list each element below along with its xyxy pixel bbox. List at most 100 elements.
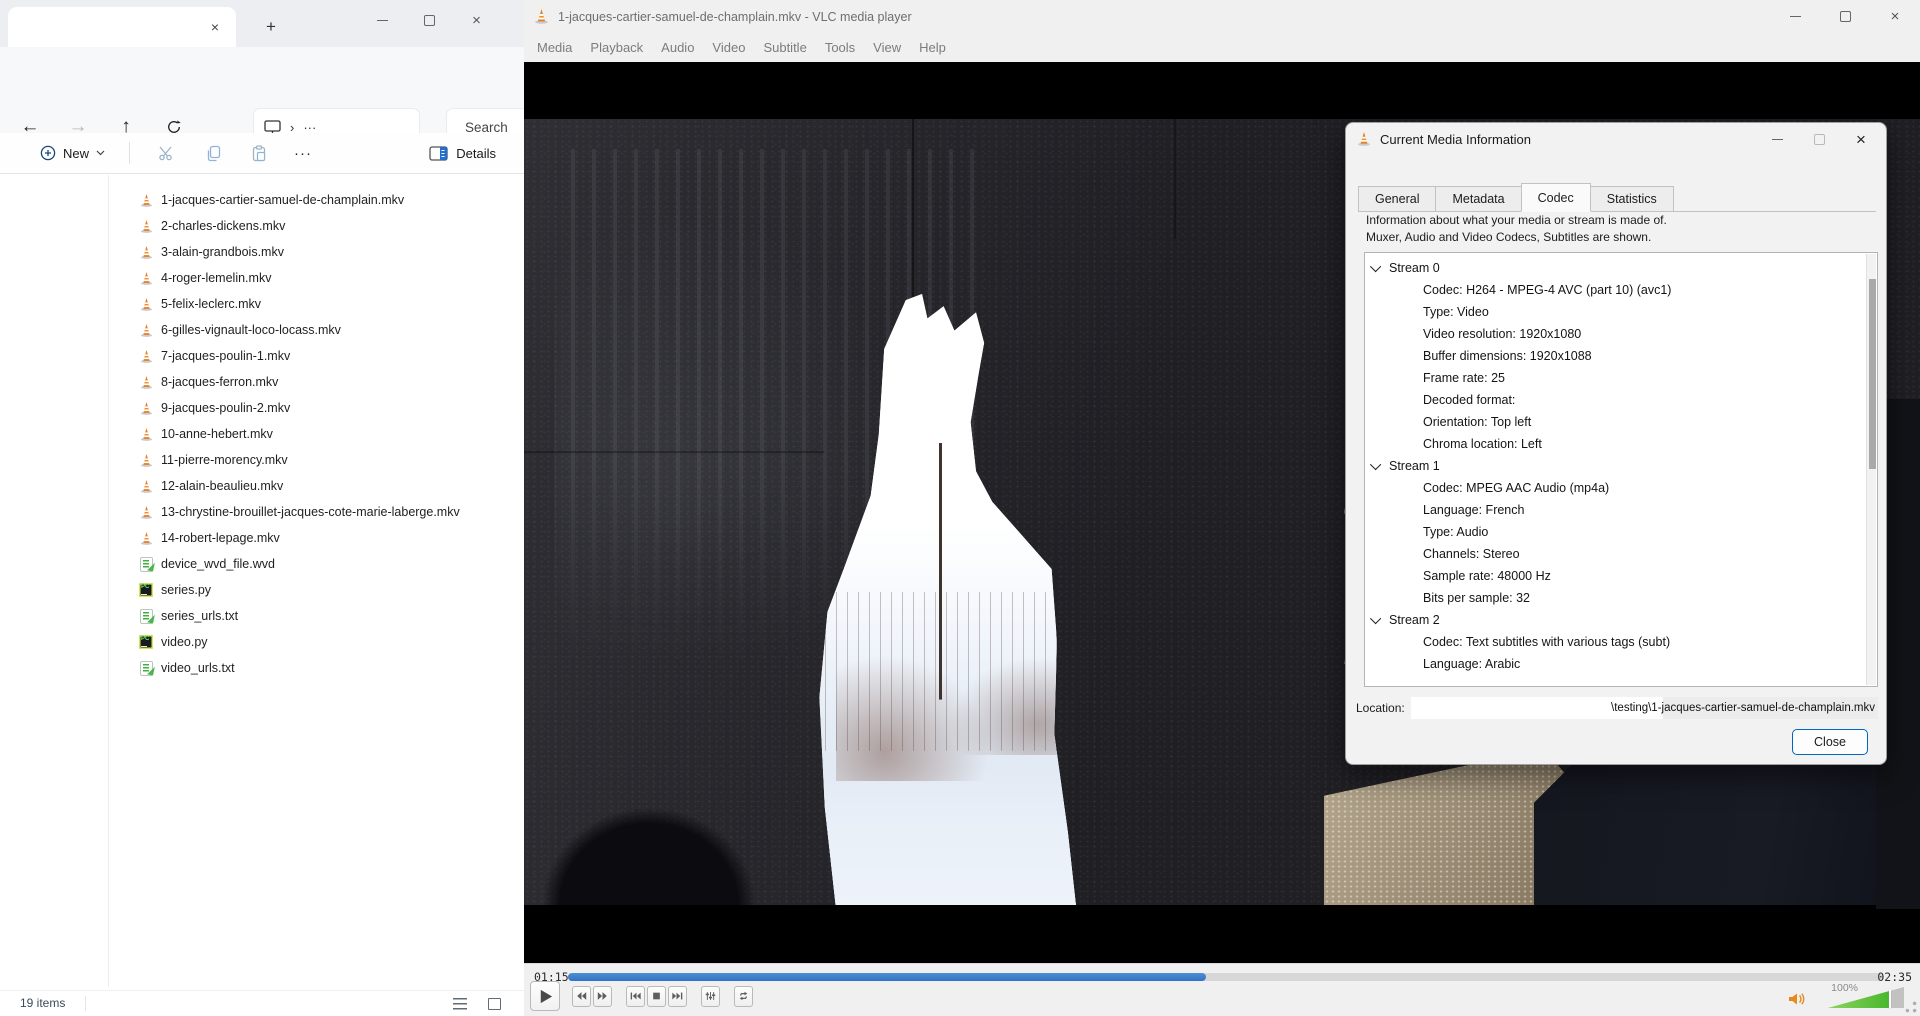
- file-name: 13-chrystine-brouillet-jacques-cote-mari…: [161, 505, 460, 519]
- stream-property[interactable]: Video resolution: 1920x1080: [1365, 323, 1865, 345]
- menu-view[interactable]: View: [864, 40, 910, 55]
- stream-property[interactable]: Frame rate: 25: [1365, 367, 1865, 389]
- file-row[interactable]: 10-anne-hebert.mkv: [138, 421, 524, 447]
- stream-property[interactable]: Buffer dimensions: 1920x1088: [1365, 345, 1865, 367]
- stream-node[interactable]: Stream 2: [1365, 609, 1865, 631]
- file-row[interactable]: 8-jacques-ferron.mkv: [138, 369, 524, 395]
- chevron-down-icon[interactable]: [1369, 612, 1382, 625]
- pycharm-file-icon: [138, 634, 154, 650]
- resize-grip[interactable]: [1905, 1001, 1917, 1013]
- volume-slider[interactable]: [1828, 987, 1904, 1008]
- maximize-button[interactable]: [406, 0, 453, 40]
- stream-property[interactable]: Bits per sample: 32: [1365, 587, 1865, 609]
- play-button[interactable]: [530, 981, 560, 1011]
- stream-property[interactable]: Language: Arabic: [1365, 653, 1865, 675]
- stream-property[interactable]: Type: Video: [1365, 301, 1865, 323]
- details-view-button[interactable]: Details: [429, 146, 496, 161]
- tab-statistics[interactable]: Statistics: [1589, 186, 1674, 211]
- menu-media[interactable]: Media: [528, 40, 581, 55]
- file-row[interactable]: 3-alain-grandbois.mkv: [138, 239, 524, 265]
- close-icon: ×: [472, 11, 481, 29]
- file-row[interactable]: video.py: [138, 629, 524, 655]
- menu-video[interactable]: Video: [703, 40, 754, 55]
- item-count: 19 items: [20, 996, 66, 1010]
- file-row[interactable]: video_urls.txt: [138, 655, 524, 681]
- stream-property[interactable]: Codec: MPEG AAC Audio (mp4a): [1365, 477, 1865, 499]
- tab-close-icon[interactable]: ×: [204, 16, 226, 38]
- rewind-button[interactable]: [572, 985, 591, 1007]
- vlc-maximize-button[interactable]: [1820, 0, 1870, 33]
- vlc-cone-icon: [138, 530, 154, 546]
- file-row[interactable]: 11-pierre-morency.mkv: [138, 447, 524, 473]
- thumbnail-view-button[interactable]: [482, 995, 506, 1013]
- tab-codec[interactable]: Codec: [1520, 183, 1591, 212]
- stream-property[interactable]: Chroma location: Left: [1365, 433, 1865, 455]
- scrollbar-thumb[interactable]: [1868, 279, 1876, 469]
- stream-property[interactable]: Codec: Text subtitles with various tags …: [1365, 631, 1865, 653]
- codec-stream-list[interactable]: Stream 0 Codec: H264 - MPEG-4 AVC (part 1…: [1364, 252, 1878, 687]
- menu-subtitle[interactable]: Subtitle: [754, 40, 815, 55]
- tab-general[interactable]: General: [1358, 186, 1437, 211]
- next-button[interactable]: [668, 985, 687, 1007]
- vlc-cone-icon: [138, 218, 154, 234]
- file-row[interactable]: 1-jacques-cartier-samuel-de-champlain.mk…: [138, 187, 524, 213]
- nav-pane-splitter[interactable]: [108, 175, 109, 987]
- file-row[interactable]: 6-gilles-vignault-loco-locass.mkv: [138, 317, 524, 343]
- seek-bar[interactable]: [568, 973, 1884, 981]
- file-row[interactable]: 9-jacques-poulin-2.mkv: [138, 395, 524, 421]
- file-row[interactable]: 12-alain-beaulieu.mkv: [138, 473, 524, 499]
- toolbar-more-button[interactable]: ···: [288, 145, 318, 162]
- file-row[interactable]: 13-chrystine-brouillet-jacques-cote-mari…: [138, 499, 524, 525]
- stream-property[interactable]: Orientation: Top left: [1365, 411, 1865, 433]
- stream-list-scrollbar[interactable]: [1866, 254, 1876, 685]
- stream-node[interactable]: Stream 0: [1365, 257, 1865, 279]
- vlc-close-button[interactable]: ×: [1870, 0, 1920, 33]
- stream-property[interactable]: Channels: Stereo: [1365, 543, 1865, 565]
- menu-playback[interactable]: Playback: [581, 40, 652, 55]
- file-row[interactable]: 5-felix-leclerc.mkv: [138, 291, 524, 317]
- menu-help[interactable]: Help: [910, 40, 955, 55]
- file-row[interactable]: 2-charles-dickens.mkv: [138, 213, 524, 239]
- minimize-icon: [1789, 16, 1801, 17]
- dialog-close-action-button[interactable]: Close: [1792, 729, 1868, 755]
- minimize-button[interactable]: [359, 0, 406, 40]
- menu-tools[interactable]: Tools: [816, 40, 864, 55]
- file-row[interactable]: series.py: [138, 577, 524, 603]
- stream-property[interactable]: Type: Audio: [1365, 521, 1865, 543]
- previous-button[interactable]: [626, 985, 645, 1007]
- tab-metadata[interactable]: Metadata: [1435, 186, 1522, 211]
- stream-property[interactable]: Language: French: [1365, 499, 1865, 521]
- file-row[interactable]: device_wvd_file.wvd: [138, 551, 524, 577]
- speaker-icon[interactable]: [1788, 991, 1806, 1007]
- explorer-tab[interactable]: ×: [8, 7, 236, 47]
- stream-property[interactable]: Codec: H264 - MPEG-4 AVC (part 10) (avc1…: [1365, 279, 1865, 301]
- chevron-down-icon[interactable]: [1369, 260, 1382, 273]
- stream-property[interactable]: Decoded format:: [1365, 389, 1865, 411]
- file-row[interactable]: 7-jacques-poulin-1.mkv: [138, 343, 524, 369]
- close-button[interactable]: ×: [453, 0, 500, 40]
- list-view-button[interactable]: [448, 995, 472, 1013]
- details-icon: [429, 145, 448, 161]
- file-row[interactable]: 4-roger-lemelin.mkv: [138, 265, 524, 291]
- wall-seam: [524, 451, 824, 453]
- menu-audio[interactable]: Audio: [652, 40, 703, 55]
- volume-handle[interactable]: [1888, 989, 1892, 1008]
- file-row[interactable]: 14-robert-lepage.mkv: [138, 525, 524, 551]
- vlc-cone-icon: [138, 192, 154, 208]
- chevron-down-icon[interactable]: [1369, 458, 1382, 471]
- equalizer-button[interactable]: [701, 985, 720, 1007]
- loop-button[interactable]: [734, 985, 753, 1007]
- new-tab-button[interactable]: +: [258, 14, 284, 40]
- new-button[interactable]: New: [30, 139, 115, 167]
- dialog-minimize-button[interactable]: [1756, 123, 1798, 155]
- location-field[interactable]: \testing\1-jacques-cartier-samuel-de-cha…: [1410, 697, 1878, 719]
- stream-property[interactable]: Sample rate: 48000 Hz: [1365, 565, 1865, 587]
- stream-node[interactable]: Stream 1: [1365, 455, 1865, 477]
- stop-button[interactable]: [647, 985, 666, 1007]
- vlc-minimize-button[interactable]: [1770, 0, 1820, 33]
- fast-forward-button[interactable]: [593, 985, 612, 1007]
- file-row[interactable]: series_urls.txt: [138, 603, 524, 629]
- dialog-close-button[interactable]: ×: [1840, 123, 1882, 155]
- vlc-titlebar: 1-jacques-cartier-samuel-de-champlain.mk…: [524, 0, 1920, 33]
- control-group: [626, 985, 689, 1007]
